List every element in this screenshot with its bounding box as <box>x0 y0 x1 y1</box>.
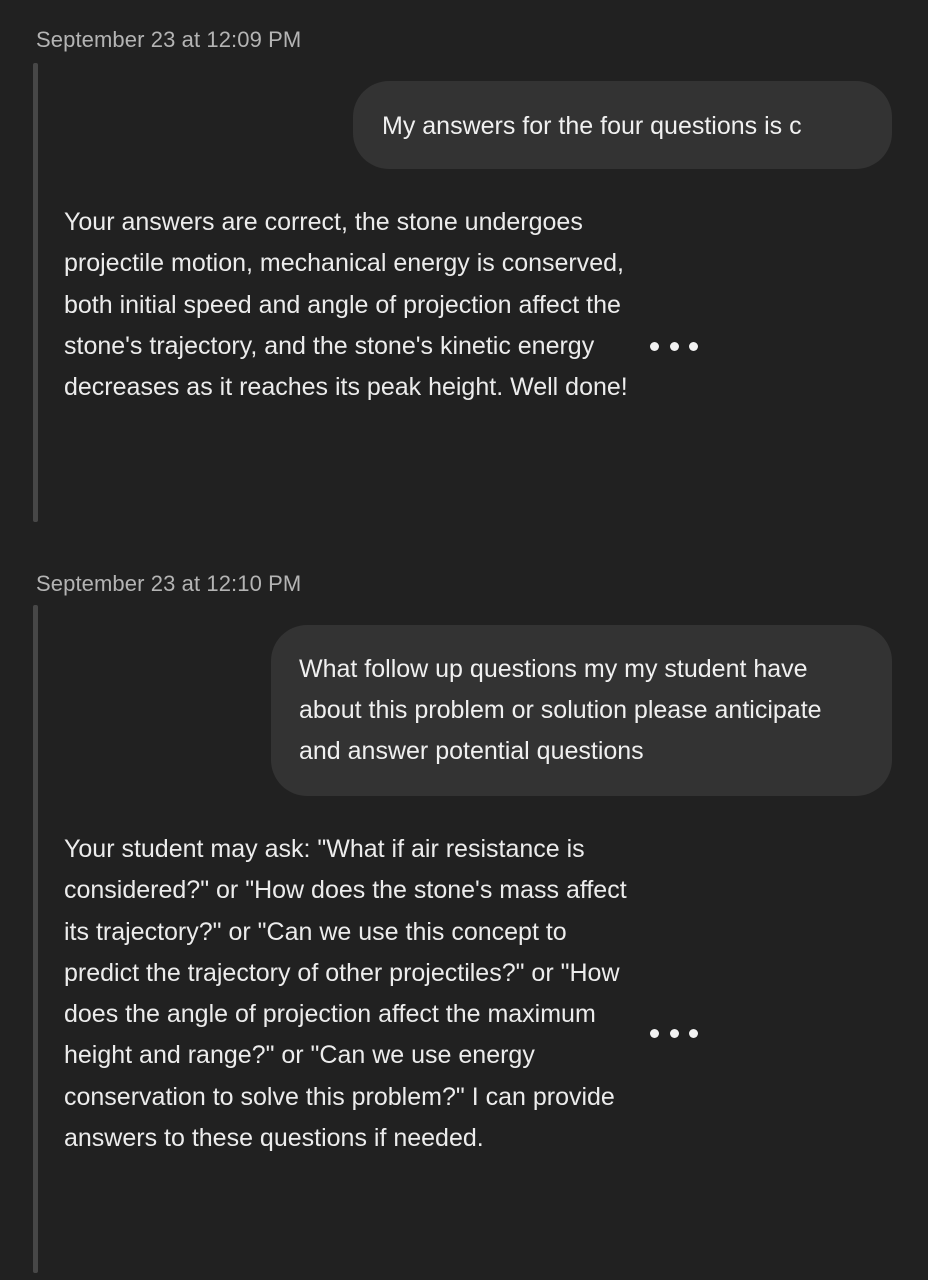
more-horizontal-icon <box>650 341 659 351</box>
user-message-bubble[interactable]: What follow up questions my my student h… <box>271 625 892 796</box>
more-options-button[interactable] <box>650 1021 698 1045</box>
user-message-bubble[interactable]: My answers for the four questions is c <box>353 81 892 169</box>
thread-bar <box>33 605 38 1273</box>
bot-message-text: Your answers are correct, the stone unde… <box>64 208 628 402</box>
message-timestamp: September 23 at 12:10 PM <box>36 571 302 596</box>
more-options-button[interactable] <box>650 334 698 358</box>
more-horizontal-icon <box>650 1028 659 1038</box>
thread-bar <box>33 63 38 522</box>
message-timestamp: September 23 at 12:09 PM <box>36 27 302 52</box>
bot-message-text: Your student may ask: "What if air resis… <box>64 835 627 1153</box>
